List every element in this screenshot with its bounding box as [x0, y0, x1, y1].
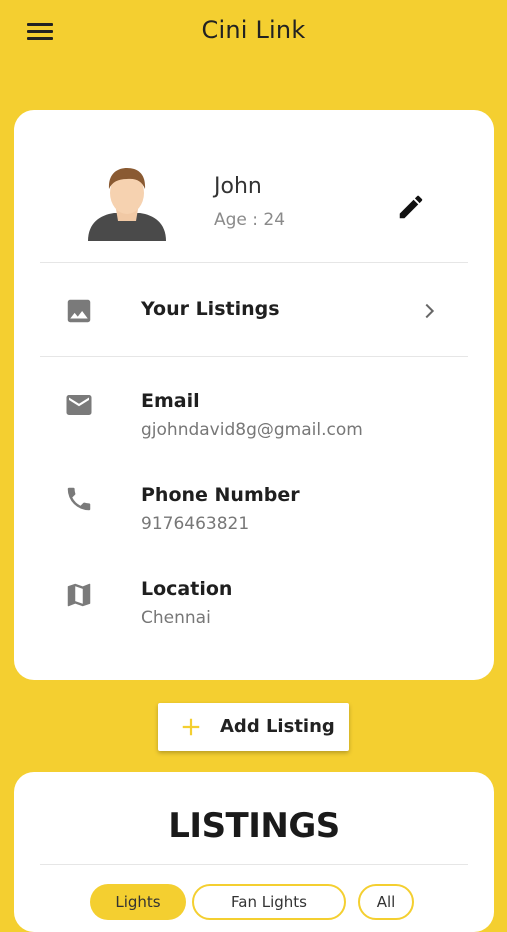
- phone-label: Phone Number: [141, 484, 300, 506]
- divider: [40, 262, 468, 263]
- divider: [40, 864, 468, 865]
- image-icon: [67, 299, 91, 323]
- profile-card: John Age : 24 Your Listings Email gjohnd…: [14, 110, 494, 680]
- phone-row: Phone Number 9176463821: [14, 482, 494, 542]
- listings-title: LISTINGS: [168, 806, 340, 846]
- add-listing-label: Add Listing: [220, 716, 335, 737]
- edit-icon[interactable]: [396, 192, 426, 222]
- phone-value: 9176463821: [141, 514, 250, 534]
- avatar: [88, 168, 166, 241]
- email-value: gjohndavid8g@gmail.com: [141, 420, 363, 440]
- your-listings-label: Your Listings: [141, 298, 280, 320]
- profile-age: Age : 24: [214, 210, 286, 230]
- email-label: Email: [141, 390, 200, 412]
- filter-chip-all[interactable]: All: [358, 884, 414, 920]
- chevron-right-icon: [425, 303, 435, 319]
- email-icon: [66, 395, 92, 415]
- location-value: Chennai: [141, 608, 211, 628]
- email-row: Email gjohndavid8g@gmail.com: [14, 388, 494, 448]
- phone-icon: [67, 487, 91, 511]
- location-row: Location Chennai: [14, 576, 494, 636]
- divider: [40, 356, 468, 357]
- filter-chip-lights[interactable]: Lights: [90, 884, 186, 920]
- app-bar: Cini Link: [0, 0, 507, 64]
- map-icon: [67, 583, 91, 607]
- location-label: Location: [141, 578, 233, 600]
- app-title: Cini Link: [201, 16, 306, 44]
- your-listings-row[interactable]: Your Listings: [14, 292, 494, 352]
- listings-card: LISTINGS Lights Fan Lights All: [14, 772, 494, 932]
- add-listing-button[interactable]: Add Listing: [158, 703, 349, 751]
- plus-icon: [182, 718, 200, 736]
- profile-name: John: [214, 174, 262, 199]
- filter-chip-fan-lights[interactable]: Fan Lights: [192, 884, 346, 920]
